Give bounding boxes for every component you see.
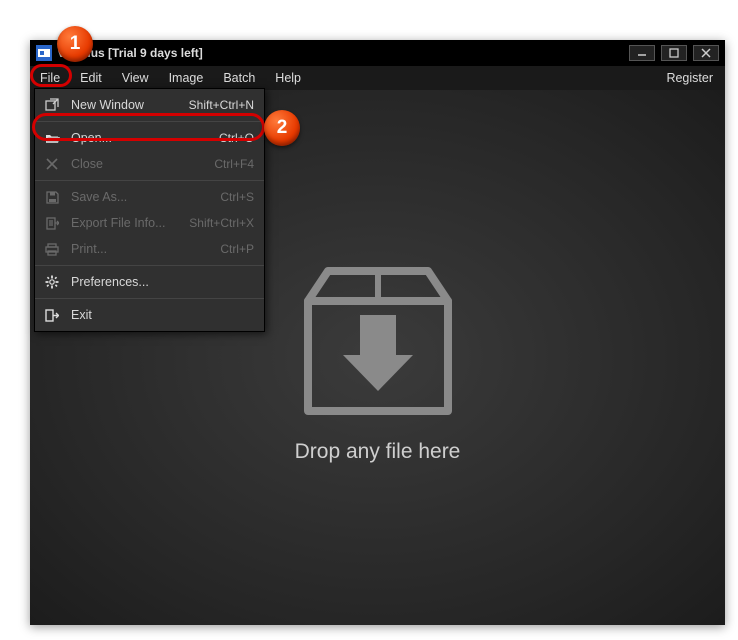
separator: [35, 180, 264, 181]
menuitem-exit[interactable]: Exit: [35, 302, 264, 328]
menu-image[interactable]: Image: [159, 66, 214, 90]
titlebar: ver Plus [Trial 9 days left]: [30, 40, 725, 66]
menuitem-export: Export File Info... Shift+Ctrl+X: [35, 210, 264, 236]
menuitem-label: Exit: [71, 308, 92, 322]
new-window-icon: [43, 96, 61, 114]
separator: [35, 121, 264, 122]
drop-text: Drop any file here: [295, 440, 461, 464]
menuitem-label: Close: [71, 157, 103, 171]
close-button[interactable]: [693, 45, 719, 61]
minimize-button[interactable]: [629, 45, 655, 61]
menuitem-shortcut: Ctrl+P: [220, 242, 254, 256]
menuitem-shortcut: Shift+Ctrl+N: [189, 98, 254, 112]
menu-edit[interactable]: Edit: [70, 66, 112, 90]
menuitem-print: Print... Ctrl+P: [35, 236, 264, 262]
app-icon: [36, 45, 52, 61]
box-download-icon: [288, 251, 468, 424]
menubar: File Edit View Image Batch Help Register: [30, 66, 725, 90]
export-icon: [43, 214, 61, 232]
separator: [35, 298, 264, 299]
menuitem-label: New Window: [71, 98, 144, 112]
menuitem-shortcut: Shift+Ctrl+X: [189, 216, 254, 230]
menu-view[interactable]: View: [112, 66, 159, 90]
menuitem-label: Open...: [71, 131, 112, 145]
annotation-step-2: 2: [264, 110, 300, 146]
menuitem-close: Close Ctrl+F4: [35, 151, 264, 177]
print-icon: [43, 240, 61, 258]
menu-help[interactable]: Help: [265, 66, 311, 90]
menuitem-shortcut: Ctrl+S: [220, 190, 254, 204]
menuitem-open[interactable]: Open... Ctrl+O: [35, 125, 264, 151]
exit-icon: [43, 306, 61, 324]
menuitem-label: Export File Info...: [71, 216, 165, 230]
close-icon: [43, 155, 61, 173]
menu-batch[interactable]: Batch: [213, 66, 265, 90]
menuitem-shortcut: Ctrl+O: [219, 131, 254, 145]
menuitem-label: Preferences...: [71, 275, 149, 289]
menuitem-preferences[interactable]: Preferences...: [35, 269, 264, 295]
menu-register[interactable]: Register: [654, 66, 725, 90]
separator: [35, 265, 264, 266]
annotation-step-1: 1: [57, 26, 93, 62]
gear-icon: [43, 273, 61, 291]
menuitem-new-window[interactable]: New Window Shift+Ctrl+N: [35, 92, 264, 118]
maximize-button[interactable]: [661, 45, 687, 61]
menuitem-save-as: Save As... Ctrl+S: [35, 184, 264, 210]
menuitem-label: Print...: [71, 242, 107, 256]
save-icon: [43, 188, 61, 206]
menuitem-label: Save As...: [71, 190, 127, 204]
menuitem-shortcut: Ctrl+F4: [214, 157, 254, 171]
menu-file[interactable]: File: [30, 66, 70, 90]
file-dropdown: New Window Shift+Ctrl+N Open... Ctrl+O C…: [34, 88, 265, 332]
folder-open-icon: [43, 129, 61, 147]
